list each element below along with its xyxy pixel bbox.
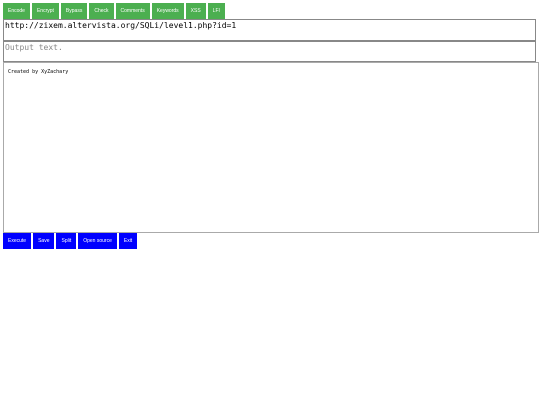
lfi-button[interactable]: LFI bbox=[207, 3, 225, 19]
url-input[interactable]: http://zixem.altervista.org/SQLi/level1.… bbox=[3, 19, 536, 41]
execute-button[interactable]: Execute bbox=[3, 233, 32, 249]
credit-text: Created by XyZachary bbox=[8, 69, 69, 75]
bottom-toolbar: Execute Save Split Open source Exit bbox=[3, 233, 138, 249]
xss-button[interactable]: XSS bbox=[185, 3, 206, 19]
encode-button[interactable]: Encode bbox=[3, 3, 30, 19]
encrypt-button[interactable]: Encrypt bbox=[31, 3, 59, 19]
result-area[interactable]: Created by XyZachary bbox=[3, 62, 539, 233]
exit-button[interactable]: Exit bbox=[118, 233, 138, 249]
open-source-button[interactable]: Open source bbox=[78, 233, 117, 249]
bypass-button[interactable]: Bypass bbox=[60, 3, 88, 19]
keywords-button[interactable]: Keywords bbox=[151, 3, 184, 19]
page: Encode Encrypt Bypass Check Comments Key… bbox=[0, 0, 540, 405]
output-input[interactable]: Output text. bbox=[3, 41, 536, 62]
top-toolbar: Encode Encrypt Bypass Check Comments Key… bbox=[3, 3, 225, 19]
split-button[interactable]: Split bbox=[56, 233, 77, 249]
save-button[interactable]: Save bbox=[33, 233, 55, 249]
check-button[interactable]: Check bbox=[89, 3, 114, 19]
comments-button[interactable]: Comments bbox=[115, 3, 150, 19]
